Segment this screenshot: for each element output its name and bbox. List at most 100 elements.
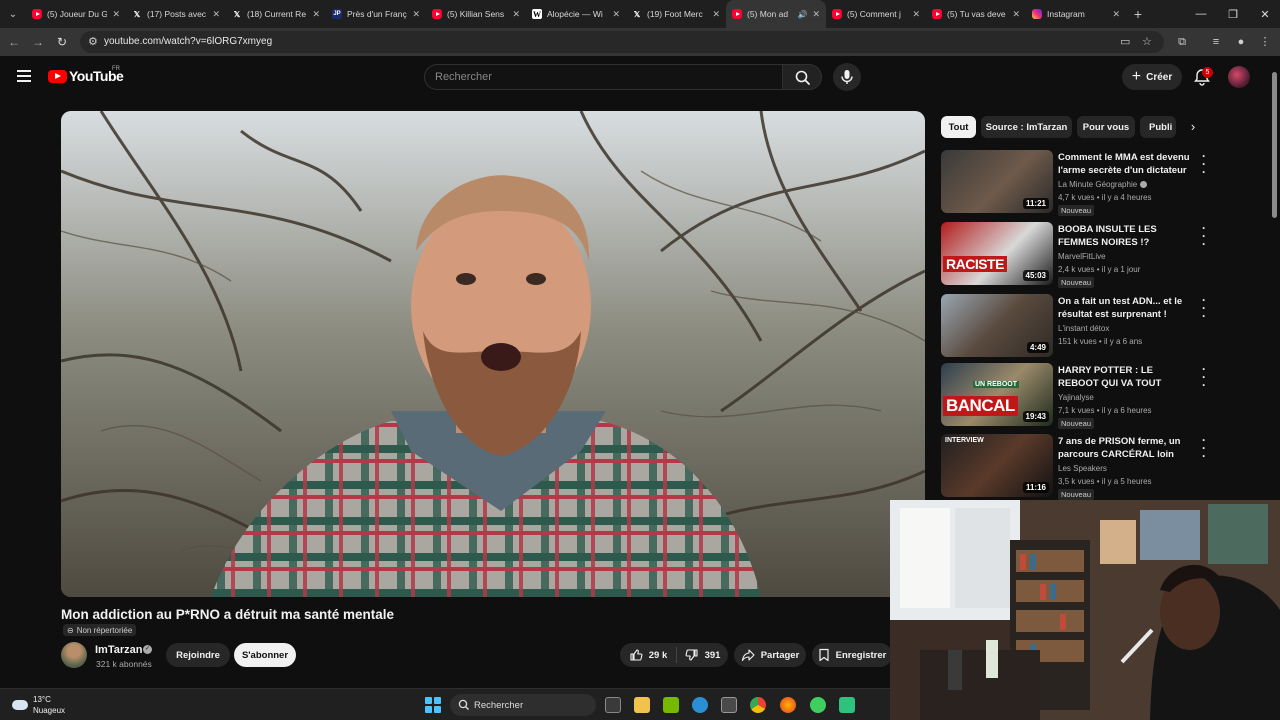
recommendation-title[interactable]: On a fait un test ADN... et le résultat … bbox=[1058, 295, 1194, 321]
video-thumbnail[interactable]: 4:49 bbox=[941, 294, 1053, 357]
video-thumbnail[interactable]: 11:21 bbox=[941, 150, 1053, 213]
close-window-icon[interactable]: ✕ bbox=[1248, 0, 1280, 28]
video-thumbnail[interactable]: INTERVIEW 11:16 bbox=[941, 434, 1053, 497]
url-text[interactable]: youtube.com/watch?v=6lORG7xmyeg bbox=[104, 36, 272, 47]
close-tab-icon[interactable]: ✕ bbox=[912, 9, 920, 20]
firefox-icon[interactable] bbox=[780, 697, 796, 713]
search-button[interactable] bbox=[782, 64, 822, 90]
more-options-icon[interactable]: · · · bbox=[1199, 150, 1209, 178]
cloud-icon[interactable] bbox=[12, 700, 28, 710]
close-tab-icon[interactable]: ✕ bbox=[1112, 9, 1120, 20]
site-info-icon[interactable]: ⚙ bbox=[88, 35, 98, 48]
recommendation-item[interactable]: RACISTE 45:03 BOOBA INSULTE LES FEMMES NOI… bbox=[941, 222, 1213, 288]
close-tab-icon[interactable]: ✕ bbox=[812, 9, 820, 20]
browser-tab[interactable]: W Alopécie — Wi ✕ bbox=[526, 0, 626, 28]
search-input[interactable] bbox=[435, 71, 765, 83]
video-thumbnail[interactable]: RACISTE 45:03 bbox=[941, 222, 1053, 285]
taskbar-search[interactable]: Rechercher bbox=[450, 694, 596, 716]
share-button[interactable]: Partager bbox=[734, 643, 806, 667]
bookmark-star-icon[interactable]: ☆ bbox=[1142, 35, 1152, 48]
chip-source[interactable]: Source : ImTarzan bbox=[981, 116, 1072, 138]
recommendation-title[interactable]: BOOBA INSULTE LES FEMMES NOIRES !? bbox=[1058, 223, 1194, 249]
file-explorer-icon[interactable] bbox=[634, 697, 650, 713]
recommendation-item[interactable]: INTERVIEW 11:16 7 ans de PRISON ferme, un … bbox=[941, 434, 1213, 500]
reload-icon[interactable]: ↻ bbox=[54, 34, 70, 50]
like-button[interactable]: 29 k bbox=[620, 643, 676, 667]
cast-icon[interactable]: ▭ bbox=[1120, 35, 1130, 48]
video-player[interactable] bbox=[61, 111, 925, 597]
scrollbar-thumb[interactable] bbox=[1272, 72, 1277, 218]
hamburger-menu-icon[interactable] bbox=[17, 70, 31, 82]
recommendation-channel[interactable]: MarvelFitLive bbox=[1058, 252, 1106, 261]
profile-icon[interactable]: ● bbox=[1234, 35, 1248, 49]
search-box[interactable] bbox=[424, 64, 782, 90]
browser-menu-icon[interactable]: ⋮ bbox=[1258, 35, 1272, 49]
dislike-button[interactable]: 391 bbox=[677, 643, 728, 667]
browser-tab[interactable]: 𝕏 (19) Foot Merc ✕ bbox=[626, 0, 726, 28]
task-view-icon[interactable] bbox=[605, 697, 621, 713]
edge-icon[interactable] bbox=[692, 697, 708, 713]
close-tab-icon[interactable]: ✕ bbox=[612, 9, 620, 20]
speaker-icon[interactable]: 🔊 bbox=[797, 10, 807, 19]
recommendation-channel[interactable]: Les Speakers bbox=[1058, 464, 1107, 473]
account-avatar[interactable] bbox=[1228, 66, 1250, 88]
recommendation-item[interactable]: 4:49 On a fait un test ADN... et le résul… bbox=[941, 294, 1213, 360]
back-icon[interactable]: ← bbox=[6, 34, 22, 50]
close-tab-icon[interactable]: ✕ bbox=[112, 9, 120, 20]
channel-name[interactable]: ImTarzan bbox=[95, 644, 142, 656]
browser-tab[interactable]: 𝕏 (18) Current Re ✕ bbox=[226, 0, 326, 28]
save-button[interactable]: Enregistrer bbox=[812, 643, 892, 667]
forward-icon[interactable]: → bbox=[30, 34, 46, 50]
close-tab-icon[interactable]: ✕ bbox=[312, 9, 320, 20]
more-options-icon[interactable]: · · · bbox=[1199, 363, 1209, 391]
recommendation-item[interactable]: UN REBOOT BANCAL 19:43 HARRY POTTER : LE RE… bbox=[941, 363, 1213, 429]
recommendation-title[interactable]: HARRY POTTER : LE REBOOT QUI VA TOUT RUI… bbox=[1058, 364, 1194, 390]
create-button[interactable]: + Créer bbox=[1122, 64, 1182, 90]
channel-avatar[interactable] bbox=[61, 642, 87, 668]
recommendation-item[interactable]: 11:21 Comment le MMA est devenu l'arme se… bbox=[941, 150, 1213, 216]
recommendation-title[interactable]: Comment le MMA est devenu l'arme secrète… bbox=[1058, 151, 1194, 177]
close-tab-icon[interactable]: ✕ bbox=[512, 9, 520, 20]
recommendation-channel[interactable]: L'instant détox bbox=[1058, 324, 1109, 333]
chip-all[interactable]: Tout bbox=[941, 116, 976, 138]
more-options-icon[interactable]: · · · bbox=[1199, 294, 1209, 322]
chevron-right-icon[interactable]: › bbox=[1184, 118, 1202, 136]
more-options-icon[interactable]: · · · bbox=[1199, 434, 1209, 462]
recommendation-channel[interactable]: Yajinalyse bbox=[1058, 393, 1094, 402]
close-tab-icon[interactable]: ✕ bbox=[1012, 9, 1020, 20]
minimize-icon[interactable]: — bbox=[1184, 0, 1218, 28]
chip-for-you[interactable]: Pour vous bbox=[1077, 116, 1135, 138]
recommendation-channel[interactable]: La Minute Géographie bbox=[1058, 180, 1148, 189]
app-icon[interactable] bbox=[839, 697, 855, 713]
new-tab-button[interactable]: + bbox=[1126, 6, 1150, 22]
recommendation-title[interactable]: 7 ans de PRISON ferme, un parcours CARCÉ… bbox=[1058, 435, 1194, 461]
close-tab-icon[interactable]: ✕ bbox=[412, 9, 420, 20]
subscribe-button[interactable]: S'abonner bbox=[234, 643, 296, 667]
video-thumbnail[interactable]: UN REBOOT BANCAL 19:43 bbox=[941, 363, 1053, 426]
restore-icon[interactable]: ❐ bbox=[1216, 0, 1250, 28]
browser-tab[interactable]: (5) Joueur Du G ✕ bbox=[26, 0, 126, 28]
extensions-icon[interactable]: ⧉ bbox=[1175, 35, 1189, 49]
chrome-icon[interactable] bbox=[750, 697, 766, 713]
browser-tab[interactable]: (5) Killian Sens ✕ bbox=[426, 0, 526, 28]
windows-start-icon[interactable] bbox=[425, 697, 441, 713]
weather-description[interactable]: Nuageux bbox=[33, 706, 65, 715]
omnibox[interactable]: ⚙ youtube.com/watch?v=6lORG7xmyeg ▭ ☆ bbox=[80, 31, 1164, 53]
close-tab-icon[interactable]: ✕ bbox=[712, 9, 720, 20]
voice-search-button[interactable] bbox=[833, 63, 861, 91]
more-options-icon[interactable]: · · · bbox=[1199, 222, 1209, 250]
spotify-icon[interactable] bbox=[810, 697, 826, 713]
browser-tab[interactable]: (5) Tu vas deve ✕ bbox=[926, 0, 1026, 28]
browser-tab[interactable]: (5) Mon ad 🔊 ✕ bbox=[726, 0, 826, 28]
browser-tab[interactable]: Instagram ✕ bbox=[1026, 0, 1126, 28]
weather-temperature[interactable]: 13°C bbox=[33, 695, 51, 704]
browser-tab[interactable]: 𝕏 (17) Posts avec ✕ bbox=[126, 0, 226, 28]
browser-tab[interactable]: (5) Comment j ✕ bbox=[826, 0, 926, 28]
close-tab-icon[interactable]: ✕ bbox=[212, 9, 220, 20]
tab-search-icon[interactable]: ⌄ bbox=[0, 0, 26, 28]
nvidia-icon[interactable] bbox=[663, 697, 679, 713]
media-control-icon[interactable]: ≡ bbox=[1209, 35, 1223, 49]
join-button[interactable]: Rejoindre bbox=[166, 643, 230, 667]
browser-tab[interactable]: JP Près d'un Franç ✕ bbox=[326, 0, 426, 28]
store-icon[interactable] bbox=[721, 697, 737, 713]
